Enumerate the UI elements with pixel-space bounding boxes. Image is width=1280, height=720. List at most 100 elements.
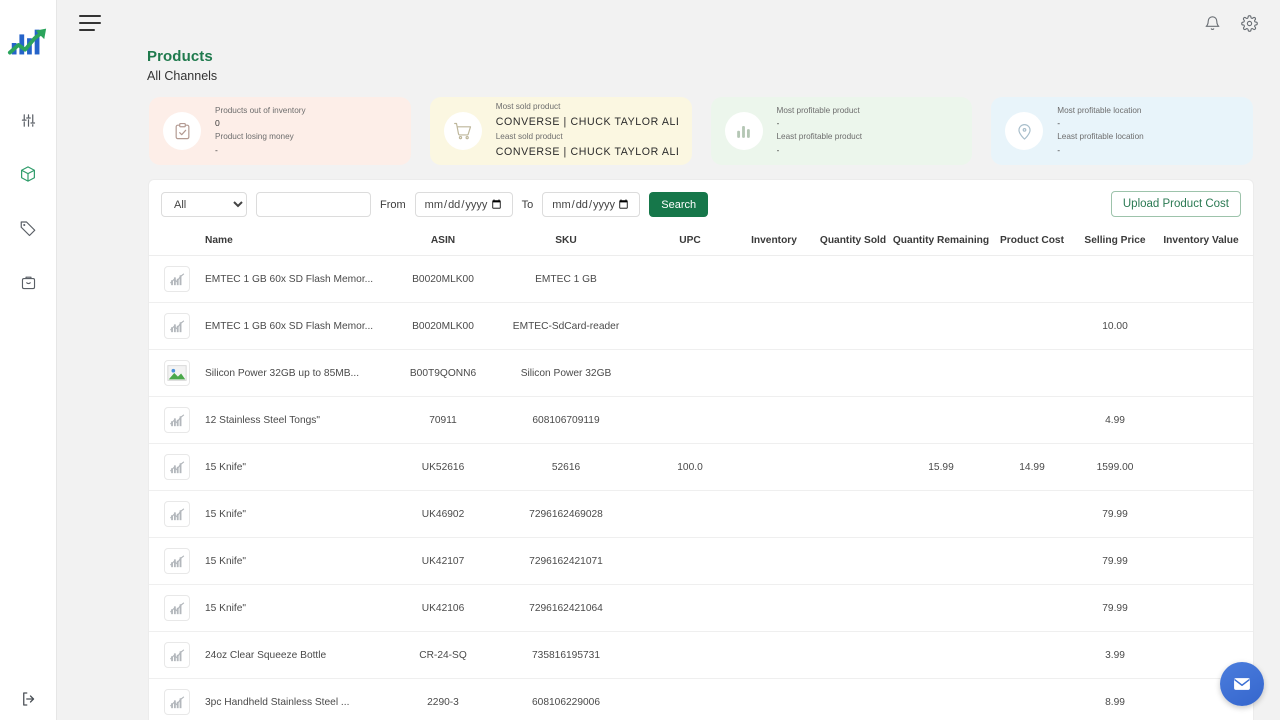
col-upc: UPC xyxy=(646,227,734,256)
cell-selling-price: 3.99 xyxy=(1074,631,1156,679)
card-label-2: Product losing money xyxy=(215,132,294,141)
cell-name: 15 Knife" xyxy=(205,584,400,632)
cell-sku: 7296162421071 xyxy=(486,537,646,585)
cell-product-cost xyxy=(990,537,1074,585)
cell-product-cost xyxy=(990,490,1074,538)
col-selling-price: Selling Price xyxy=(1074,227,1156,256)
products-table: Name ASIN SKU UPC Inventory Quantity Sol… xyxy=(149,227,1253,720)
gear-icon[interactable] xyxy=(1241,14,1258,32)
card-label-2: Least profitable location xyxy=(1057,132,1144,141)
chart-placeholder-icon xyxy=(164,689,190,715)
table-row[interactable]: EMTEC 1 GB 60x SD Flash Memor... B0020MLK… xyxy=(149,255,1253,303)
table-row[interactable]: EMTEC 1 GB 60x SD Flash Memor... B0020MLK… xyxy=(149,302,1253,350)
chat-fab-button[interactable] xyxy=(1220,662,1264,706)
cell-update-cost xyxy=(1246,537,1253,585)
col-asin: ASIN xyxy=(400,227,486,256)
table-row[interactable]: 15 Knife" UK42106 7296162421064 79.99 xyxy=(149,584,1253,632)
cell-product-cost xyxy=(990,349,1074,397)
cell-asin: UK46902 xyxy=(400,490,486,538)
sidebar-item-pricing[interactable] xyxy=(8,212,48,244)
card-value-1: CONVERSE | CHUCK TAYLOR ALL STAR II HI xyxy=(495,116,678,129)
cell-inventory xyxy=(734,349,814,397)
cell-selling-price xyxy=(1074,255,1156,303)
cell-thumbnail xyxy=(149,255,205,303)
cell-upc: 100.0 xyxy=(646,443,734,491)
sidebar-item-settings-controls[interactable] xyxy=(8,104,48,136)
cell-selling-price: 4.99 xyxy=(1074,396,1156,444)
col-sku: SKU xyxy=(486,227,646,256)
table-body: EMTEC 1 GB 60x SD Flash Memor... B0020MLK… xyxy=(149,255,1253,720)
cell-upc xyxy=(646,490,734,538)
to-date-input[interactable] xyxy=(542,192,641,217)
chart-placeholder-icon xyxy=(164,407,190,433)
cell-asin: UK42107 xyxy=(400,537,486,585)
cell-thumbnail xyxy=(149,537,205,585)
cell-inventory-value xyxy=(1156,584,1246,632)
table-row[interactable]: 12 Stainless Steel Tongs" 70911 6081067091… xyxy=(149,396,1253,444)
cell-upc xyxy=(646,537,734,585)
search-input[interactable] xyxy=(256,192,371,217)
cell-upc xyxy=(646,678,734,720)
chart-placeholder-icon xyxy=(164,548,190,574)
card-label-2: Least profitable product xyxy=(776,132,863,141)
table-row[interactable]: 15 Knife" UK52616 52616 100.0 15.99 14.99 1599… xyxy=(149,443,1253,491)
search-button[interactable]: Search xyxy=(649,192,709,217)
cell-sku: 52616 xyxy=(486,443,646,491)
sidebar-item-products[interactable] xyxy=(8,158,48,190)
cell-asin: UK52616 xyxy=(400,443,486,491)
col-name: Name xyxy=(205,227,400,256)
table-row[interactable]: 15 Knife" UK46902 7296162469028 79.99 xyxy=(149,490,1253,538)
cell-update-cost xyxy=(1246,396,1253,444)
main-content: Products All Channels Products out of in… xyxy=(57,0,1280,720)
cell-name: 15 Knife" xyxy=(205,443,400,491)
upload-product-cost-button[interactable]: Upload Product Cost xyxy=(1110,191,1241,217)
cell-selling-price: 8.99 xyxy=(1074,678,1156,720)
cell-quantity-remaining xyxy=(892,302,990,350)
cell-quantity-sold xyxy=(814,490,892,538)
cell-thumbnail xyxy=(149,396,205,444)
bell-icon[interactable] xyxy=(1204,15,1221,32)
table-header-row: Name ASIN SKU UPC Inventory Quantity Sol… xyxy=(149,227,1253,256)
logout-button[interactable] xyxy=(0,690,57,708)
cell-selling-price: 79.99 xyxy=(1074,490,1156,538)
table-row[interactable]: 15 Knife" UK42107 7296162421071 79.99 xyxy=(149,537,1253,585)
cell-upc xyxy=(646,631,734,679)
bar-chart-icon xyxy=(724,112,763,150)
cell-sku: 7296162469028 xyxy=(486,490,646,538)
cell-name: 15 Knife" xyxy=(205,537,400,585)
card-profitable-products: Most profitable product - Least profitab… xyxy=(710,97,973,165)
growth-chart-logo[interactable] xyxy=(5,22,51,64)
cell-selling-price xyxy=(1074,349,1156,397)
col-quantity-sold: Quantity Sold xyxy=(814,227,892,256)
cell-product-cost xyxy=(990,255,1074,303)
card-value-2: - xyxy=(215,144,218,155)
cell-quantity-sold xyxy=(814,396,892,444)
card-profitable-locations: Most profitable location - Least profita… xyxy=(991,97,1253,165)
cell-quantity-remaining xyxy=(892,396,990,444)
cell-asin: B0020MLK00 xyxy=(400,255,486,303)
cell-selling-price: 79.99 xyxy=(1074,584,1156,632)
cell-update-cost xyxy=(1246,443,1253,491)
cell-quantity-sold xyxy=(814,443,892,491)
cell-quantity-remaining xyxy=(892,490,990,538)
chart-placeholder-icon xyxy=(164,501,190,527)
from-date-input[interactable] xyxy=(414,192,513,217)
cell-thumbnail xyxy=(149,443,205,491)
cell-inventory xyxy=(734,490,814,538)
cell-inventory xyxy=(734,302,814,350)
cell-product-cost xyxy=(990,678,1074,720)
cell-name: EMTEC 1 GB 60x SD Flash Memor... xyxy=(205,255,400,303)
cell-product-cost xyxy=(990,631,1074,679)
to-label: To xyxy=(521,198,534,211)
cell-sku: 735816195731 xyxy=(486,631,646,679)
hamburger-menu-icon[interactable] xyxy=(79,15,101,31)
table-row[interactable]: Silicon Power 32GB up to 85MB... B00T9QON… xyxy=(149,349,1253,397)
channel-select[interactable]: All xyxy=(161,192,247,217)
cell-upc xyxy=(646,349,734,397)
sidebar-nav xyxy=(0,104,56,298)
table-row[interactable]: 3pc Handheld Stainless Steel ... 2290-3 60… xyxy=(149,678,1253,720)
table-row[interactable]: 24oz Clear Squeeze Bottle CR-24-SQ 7358161… xyxy=(149,631,1253,679)
card-value-1: - xyxy=(776,118,780,129)
cell-name: 15 Knife" xyxy=(205,490,400,538)
sidebar-item-orders[interactable] xyxy=(8,266,48,298)
